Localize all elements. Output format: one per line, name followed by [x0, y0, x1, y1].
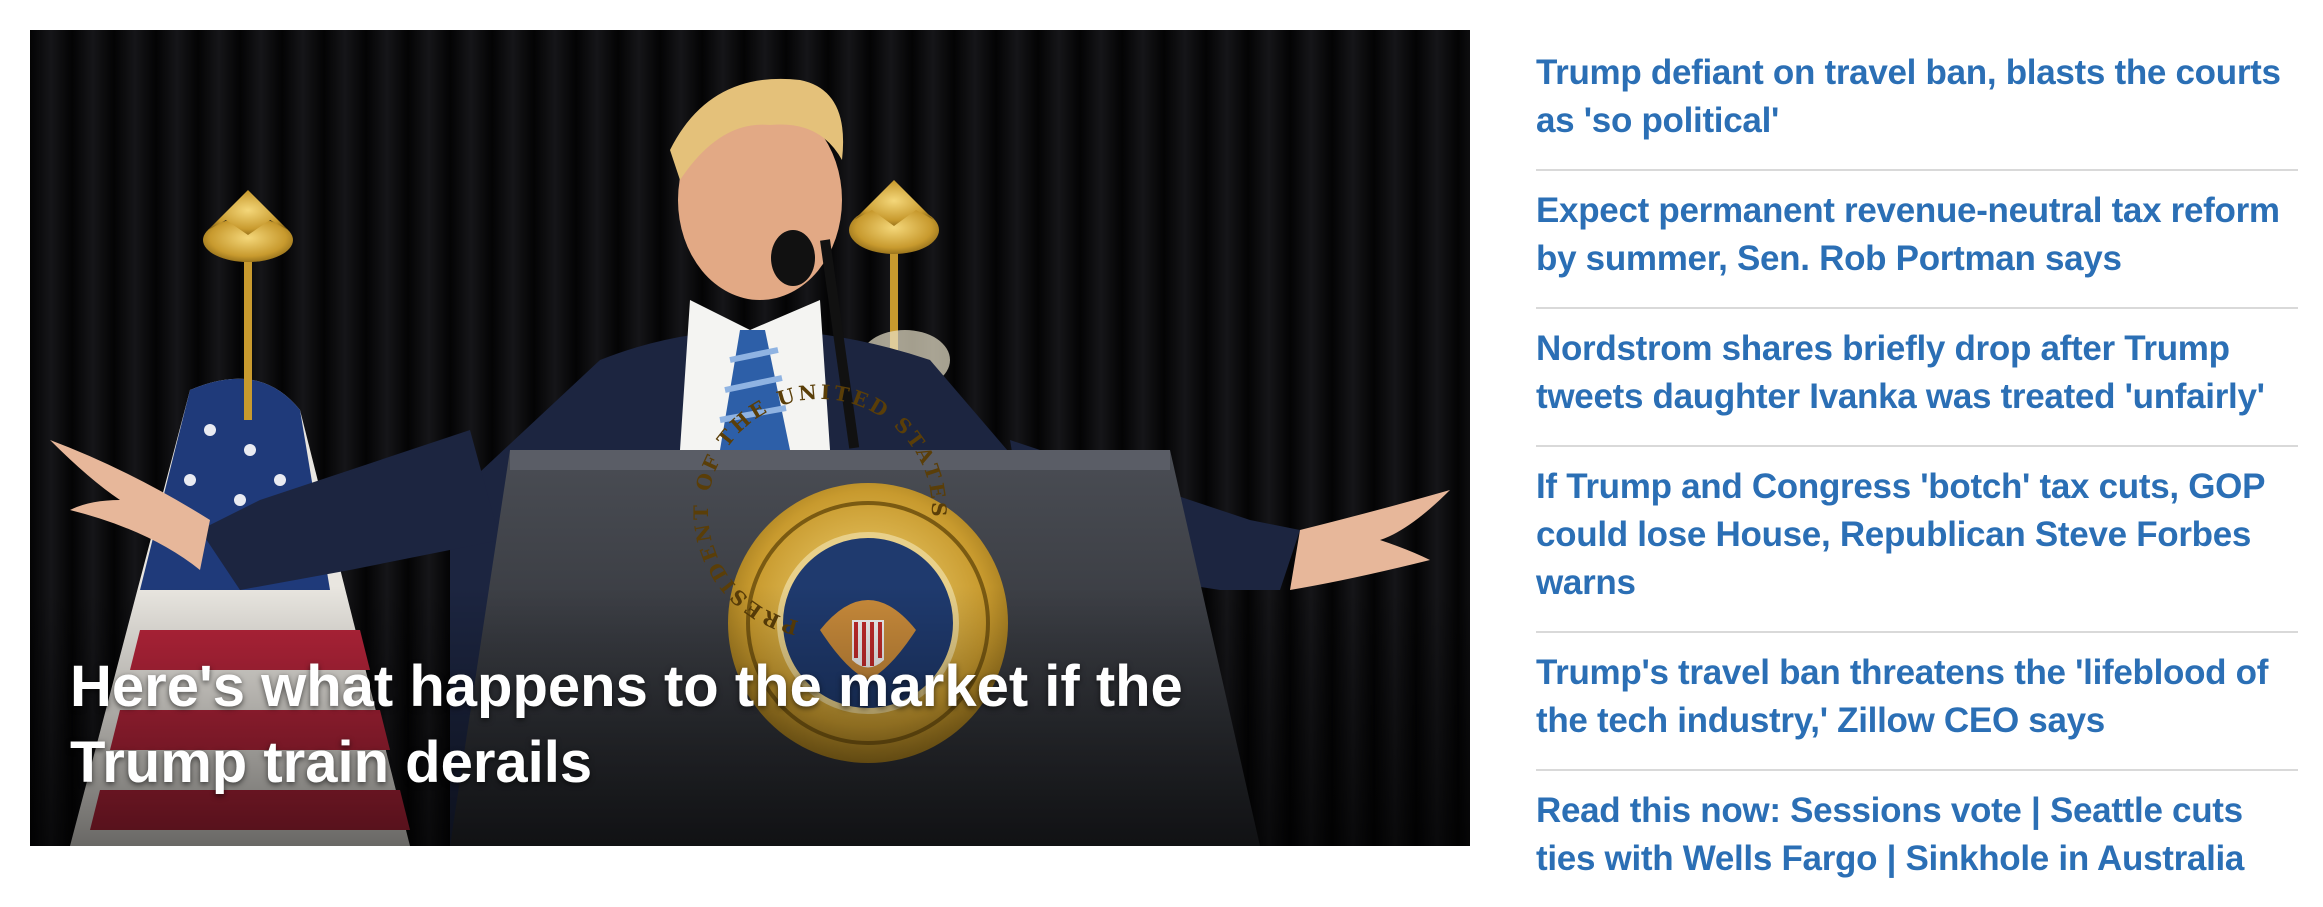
- headline-link-6[interactable]: Read this now: Sessions vote | Seattle c…: [1536, 787, 2298, 883]
- headline-link-5[interactable]: Trump's travel ban threatens the 'lifebl…: [1536, 649, 2298, 745]
- headline-link-2[interactable]: Expect permanent revenue-neutral tax ref…: [1536, 187, 2298, 283]
- headline-link-3[interactable]: Nordstrom shares briefly drop after Trum…: [1536, 325, 2298, 421]
- headline-link-4[interactable]: If Trump and Congress 'botch' tax cuts, …: [1536, 463, 2298, 607]
- list-item: Read this now: Sessions vote | Seattle c…: [1536, 771, 2298, 907]
- list-item: Nordstrom shares briefly drop after Trum…: [1536, 309, 2298, 447]
- hero-story-card[interactable]: PRESIDENT OF THE UNITED STATES Here's wh…: [30, 30, 1470, 846]
- list-item: Expect permanent revenue-neutral tax ref…: [1536, 171, 2298, 309]
- headline-list: Trump defiant on travel ban, blasts the …: [1536, 35, 2298, 907]
- hero-headline[interactable]: Here's what happens to the market if the…: [70, 649, 1370, 801]
- list-item: If Trump and Congress 'botch' tax cuts, …: [1536, 447, 2298, 633]
- list-item: Trump defiant on travel ban, blasts the …: [1536, 35, 2298, 171]
- headline-link-1[interactable]: Trump defiant on travel ban, blasts the …: [1536, 49, 2298, 145]
- list-item: Trump's travel ban threatens the 'lifebl…: [1536, 633, 2298, 771]
